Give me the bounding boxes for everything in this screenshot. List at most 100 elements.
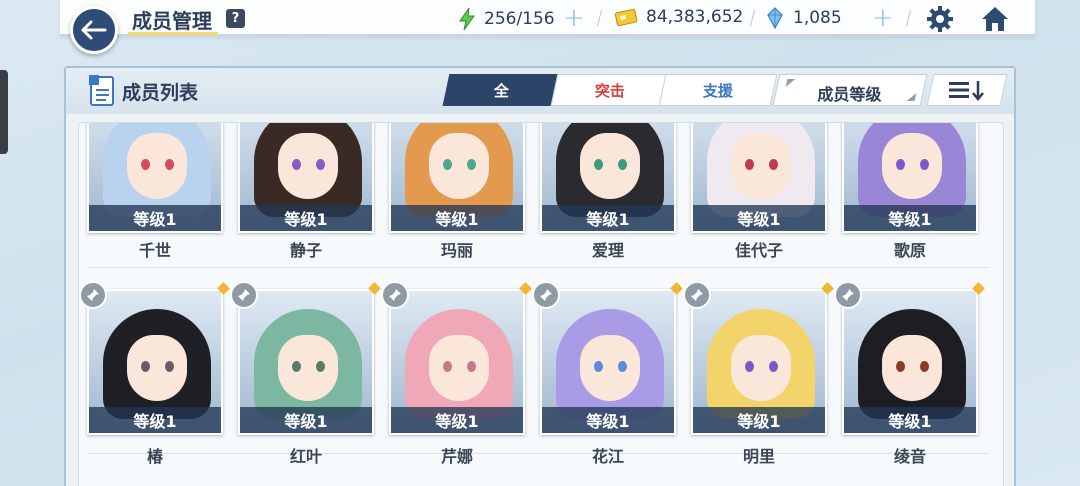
member-card[interactable]: 等级1 [87,123,223,233]
portrait-eye [920,159,929,170]
title-underline [128,32,218,35]
stamina-value: 256/156 [484,9,555,29]
portrait-eye [316,361,325,372]
member-portrait: 等级1 [87,123,223,233]
portrait-eye [165,361,174,372]
sort-descending-icon [949,81,984,101]
portrait-eye [443,361,452,372]
credits-counter: 84,383,652 [614,7,743,27]
portrait-eye [745,159,754,170]
portrait-face [580,335,640,401]
portrait-face [127,133,187,199]
sort-order-button[interactable] [926,74,1008,106]
member-portrait: 等级1 [691,123,827,233]
sort-dropdown[interactable]: 成员等级 [772,74,928,106]
lightning-icon [459,7,475,31]
portrait-face [278,133,338,199]
member-name: 爱理 [591,241,624,260]
member-portrait: 等级1 [87,289,223,435]
tab-support[interactable]: 支援 [658,74,778,106]
portrait-eye [292,159,301,170]
member-name: 千世 [138,241,171,260]
portrait-face [580,133,640,199]
member-card[interactable]: 等级1 [834,281,985,435]
member-card[interactable]: 等级1 [532,281,683,435]
portrait-face [429,133,489,199]
pin-icon[interactable] [683,281,711,309]
portrait-eye [467,361,476,372]
member-portrait: 等级1 [842,123,978,233]
gems-plus-button[interactable]: + [872,3,894,33]
member-level: 等级1 [391,407,523,433]
member-name: 玛丽 [440,241,473,260]
pin-icon[interactable] [532,281,560,309]
gems-counter: 1,085 [766,7,842,29]
member-card[interactable]: 等级1 [691,123,827,233]
stamina-counter: 256/156 [458,7,555,31]
tab-all-label: 全 [494,81,510,100]
page-title: 成员管理 [132,9,212,33]
pin-icon[interactable] [230,281,258,309]
member-portrait: 等级1 [238,123,374,233]
member-level: 等级1 [844,407,976,433]
screen-edge-notch [0,70,8,154]
member-card[interactable]: 等级1 [381,281,532,435]
member-list-panel: 成员列表 全 突击 支援 成员等级 等级1 千世 等级1 静子 等级1 玛丽 等级1 爱理 等级… [64,66,1016,486]
panel-header: 成员列表 全 突击 支援 成员等级 [66,68,1014,114]
member-card[interactable]: 等级1 [238,123,374,233]
gear-icon[interactable] [926,5,954,33]
member-level: 等级1 [542,205,674,231]
member-level: 等级1 [391,205,523,231]
member-name: 芹娜 [440,447,473,466]
arrow-left-icon [81,20,107,40]
member-portrait: 等级1 [389,123,525,233]
member-card[interactable]: 等级1 [389,123,525,233]
pin-icon[interactable] [381,281,409,309]
member-level: 等级1 [240,205,372,231]
portrait-eye [292,361,301,372]
gems-value: 1,085 [793,8,842,28]
member-level: 等级1 [89,205,221,231]
portrait-face [127,335,187,401]
portrait-eye [920,361,929,372]
portrait-eye [467,159,476,170]
portrait-eye [896,361,905,372]
member-portrait: 等级1 [540,289,676,435]
member-grid: 等级1 千世 等级1 静子 等级1 玛丽 等级1 爱理 等级1 佳代子 等级1 歌原 等级1 椿等级1 红… [78,122,1004,486]
member-name: 椿 [146,447,163,466]
member-card[interactable]: 等级1 [540,123,676,233]
portrait-eye [141,159,150,170]
member-name: 歌原 [893,241,926,260]
member-card[interactable]: 等级1 [230,281,381,435]
back-button[interactable] [70,6,118,54]
member-name: 静子 [289,241,322,260]
portrait-eye [141,361,150,372]
member-name: 明里 [742,447,775,466]
pin-icon[interactable] [79,281,107,309]
pin-icon[interactable] [834,281,862,309]
portrait-eye [769,361,778,372]
member-card[interactable]: 等级1 [683,281,834,435]
home-icon[interactable] [980,5,1010,33]
tab-striker[interactable]: 突击 [550,74,670,106]
portrait-face [731,335,791,401]
stamina-plus-button[interactable]: + [563,3,585,33]
portrait-eye [618,159,627,170]
member-name: 花江 [591,447,624,466]
member-name: 佳代子 [734,241,783,260]
portrait-eye [594,361,603,372]
member-card[interactable]: 等级1 [842,123,978,233]
portrait-face [882,335,942,401]
credits-value: 84,383,652 [646,7,744,27]
tab-all[interactable]: 全 [442,74,562,106]
portrait-eye [165,159,174,170]
help-button[interactable]: ? [226,9,245,28]
member-level: 等级1 [693,407,825,433]
member-card[interactable]: 等级1 [79,281,230,435]
member-portrait: 等级1 [238,289,374,435]
portrait-eye [896,159,905,170]
member-portrait: 等级1 [540,123,676,233]
gem-icon [767,7,783,29]
member-portrait: 等级1 [691,289,827,435]
row-divider [89,267,989,268]
